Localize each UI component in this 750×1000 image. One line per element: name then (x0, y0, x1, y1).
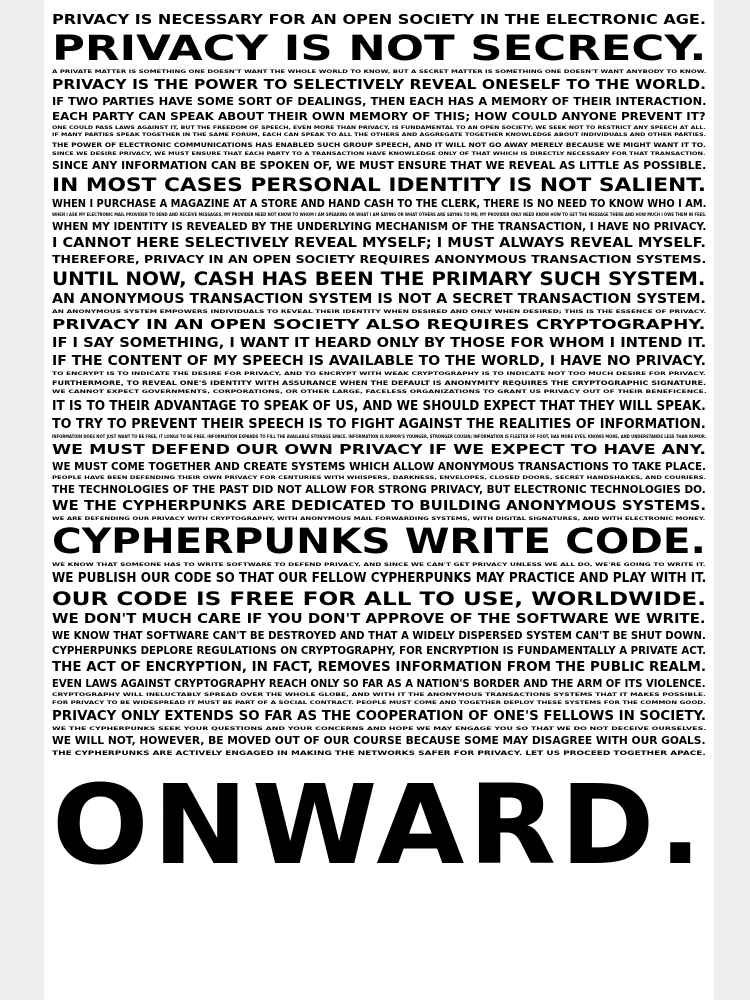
manifesto-line: We cannot expect governments, corporatio… (52, 390, 707, 396)
manifesto-line: The technologies of the past did not all… (52, 484, 706, 497)
manifesto-line: The Cypherpunks are actively engaged in … (52, 749, 706, 758)
manifesto-line: To try to prevent their speech is to fig… (52, 416, 706, 432)
manifesto-line: An anonymous transaction system is not a… (52, 292, 706, 308)
manifesto-line: We the Cypherpunks are dedicated to buil… (52, 499, 707, 515)
manifesto-line: If I say something, I want it heard only… (52, 336, 707, 352)
manifesto-line: Information does not just want to be fre… (52, 434, 707, 440)
manifesto-line: One could pass laws against it, but the … (52, 126, 706, 132)
manifesto-line: We don't much care if you don't approve … (52, 612, 706, 628)
manifesto-line: We must defend our own privacy if we exp… (52, 442, 707, 458)
manifesto-line: Privacy is necessary for an open society… (52, 13, 706, 28)
manifesto-line: Our code is free for all to use, worldwi… (52, 588, 707, 611)
manifesto-line: When I purchase a magazine at a store an… (52, 197, 707, 210)
manifesto-line: An anonymous system empowers individuals… (52, 310, 707, 316)
manifesto-line: A private matter is something one doesn'… (52, 70, 707, 75)
manifesto-line: Until now, cash has been the primary suc… (52, 268, 706, 291)
manifesto-line: In most cases personal identity is not s… (52, 173, 707, 196)
manifesto-line: The act of encryption, in fact, removes … (52, 660, 706, 676)
manifesto-line: We the Cypherpunks seek your questions a… (52, 726, 707, 732)
manifesto-line: Cypherpunks deplore regulations on crypt… (52, 645, 706, 658)
manifesto-line: We publish our code so that our fellow C… (52, 571, 707, 587)
manifesto-line: Privacy is not secrecy. (52, 29, 707, 69)
manifesto-line: We must come together and create systems… (52, 460, 706, 473)
manifesto-line: If two parties have some sort of dealing… (52, 96, 707, 109)
manifesto-line: For privacy to be widespread it must be … (52, 700, 706, 706)
manifesto-poster: Privacy is necessary for an open society… (44, 0, 714, 1000)
manifesto-line: Each party can speak about their own mem… (52, 111, 706, 124)
manifesto-line: Even laws against cryptography reach onl… (52, 678, 706, 691)
manifesto-line: Privacy in an open society also requires… (52, 318, 706, 334)
manifesto-line: Privacy only extends so far as the coope… (52, 708, 707, 724)
manifesto-line: If many parties speak together in the sa… (52, 133, 707, 139)
manifesto-line: We will not, however, be moved out of ou… (52, 735, 706, 748)
closing-word: Onward. (52, 761, 706, 890)
manifesto-line: It is to their advantage to speak of us,… (52, 398, 706, 414)
manifesto-line: Therefore, privacy in an open society re… (52, 254, 707, 267)
manifesto-line: Cypherpunks write code. (52, 522, 706, 563)
manifesto-line: The power of electronic communications h… (52, 140, 706, 149)
manifesto-line: I cannot here selectively reveal myself;… (52, 236, 706, 252)
manifesto-line: If the content of my speech is available… (52, 354, 706, 370)
manifesto-line: Cryptography will ineluctably spread ove… (52, 693, 706, 699)
manifesto-line: Privacy is the power to selectively reve… (52, 78, 707, 94)
manifesto-line: We know that software can't be destroyed… (52, 630, 706, 643)
manifesto-line: People have been defending their own pri… (52, 475, 707, 481)
manifesto-line: Furthermore, to reveal one's identity wi… (52, 379, 707, 388)
manifesto-line: When I ask my electronic mail provider t… (52, 212, 707, 218)
manifesto-text: Privacy is necessary for an open society… (52, 13, 707, 758)
manifesto-line: Since any information can be spoken of, … (52, 159, 707, 172)
manifesto-line: When my identity is revealed by the unde… (52, 221, 707, 234)
manifesto-line: Since we desire privacy, we must ensure … (52, 151, 706, 157)
manifesto-line: We know that someone has to write softwa… (52, 563, 706, 569)
manifesto-line: To encrypt is to indicate the desire for… (52, 372, 706, 378)
